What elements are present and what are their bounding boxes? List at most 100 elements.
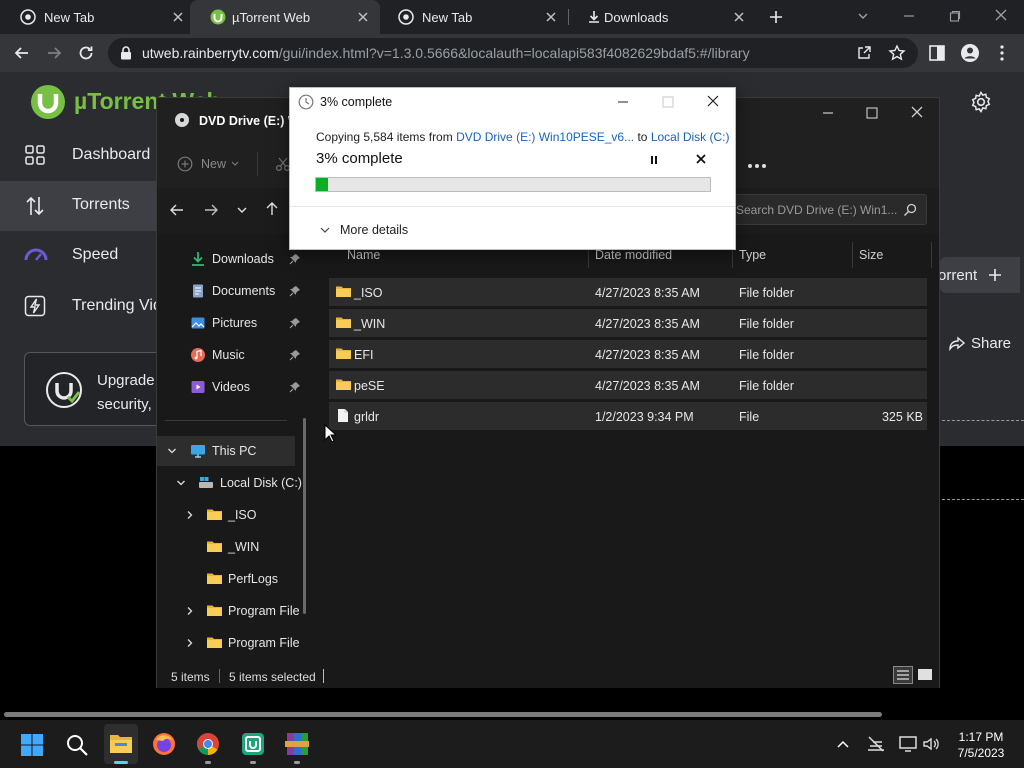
file-row-efi[interactable]: EFI 4/27/2023 8:35 AM File folder — [329, 340, 927, 368]
new-button[interactable]: New — [175, 154, 245, 174]
back-arrow-icon[interactable] — [12, 43, 32, 63]
utorrent-taskbar-icon[interactable] — [241, 732, 265, 756]
new-tab-plus-icon[interactable] — [768, 9, 784, 25]
search-box[interactable]: Search DVD Drive (E:) Win1... — [727, 194, 927, 225]
file-row-grldr[interactable]: grldr 1/2/2023 9:34 PM File 325 KB — [329, 402, 927, 430]
nav-speed[interactable]: Speed — [0, 231, 160, 281]
taskbar-file-explorer[interactable] — [104, 724, 138, 764]
close-window-icon[interactable] — [994, 8, 1008, 22]
minimize-icon[interactable] — [616, 95, 630, 109]
nav-quick-videos[interactable]: Videos — [157, 372, 307, 402]
lock-icon[interactable] — [120, 46, 132, 60]
tab-new-tab-2[interactable]: New Tab — [378, 0, 568, 34]
collapse-chevron-right-icon[interactable] — [185, 510, 195, 520]
nav-trending-videos[interactable]: Trending Videos — [0, 282, 188, 332]
forward-arrow-icon[interactable] — [203, 202, 219, 218]
see-more-icon[interactable] — [747, 163, 767, 169]
file-row-win[interactable]: _WIN 4/27/2023 8:35 AM File folder — [329, 309, 927, 337]
pin-icon[interactable] — [289, 349, 301, 361]
nav-tree-perflogs[interactable]: PerfLogs — [157, 564, 307, 594]
large-icons-view-icon[interactable] — [915, 666, 935, 684]
network-disconnected-icon[interactable] — [866, 735, 886, 753]
show-hidden-icons-chevron-icon[interactable] — [836, 738, 850, 750]
minimize-icon[interactable] — [902, 9, 916, 23]
recent-chevron-down-icon[interactable] — [236, 204, 248, 216]
share-page-icon[interactable] — [856, 45, 872, 61]
profile-icon[interactable] — [960, 43, 980, 63]
destination-link[interactable]: Local Disk (C:) — [651, 130, 730, 144]
search-icon[interactable] — [65, 733, 89, 757]
nav-dashboard[interactable]: Dashboard — [0, 131, 160, 181]
lightning-box-icon — [24, 295, 46, 317]
column-header-size[interactable]: Size — [859, 248, 883, 262]
expand-chevron-icon[interactable] — [176, 478, 186, 488]
more-details-button[interactable]: More details — [340, 223, 408, 237]
up-arrow-icon[interactable] — [264, 201, 280, 217]
minimize-icon[interactable] — [821, 106, 835, 120]
reload-icon[interactable] — [76, 43, 96, 63]
utorrent-shield-icon — [46, 372, 82, 408]
add-torrent-button[interactable]: orrent — [938, 257, 1020, 293]
nav-tree-program-files[interactable]: Program File — [157, 596, 307, 626]
firefox-icon[interactable] — [152, 732, 176, 756]
collapse-chevron-right-icon[interactable] — [185, 606, 195, 616]
column-separator[interactable] — [931, 242, 932, 268]
nav-pane-scrollbar[interactable] — [303, 418, 306, 614]
column-header-name[interactable]: Name — [347, 248, 380, 262]
taskbar-clock[interactable]: 1:17 PM 7/5/2023 — [950, 729, 1012, 761]
forward-arrow-icon[interactable] — [44, 43, 64, 63]
display-icon[interactable] — [898, 735, 918, 753]
nav-tree-win[interactable]: _WIN — [157, 532, 307, 562]
nav-quick-music[interactable]: Music — [157, 340, 307, 370]
pin-icon[interactable] — [289, 317, 301, 329]
expand-chevron-icon[interactable] — [167, 446, 177, 456]
column-header-type[interactable]: Type — [739, 248, 766, 262]
settings-gear-icon[interactable] — [970, 91, 992, 113]
chevron-down-icon[interactable] — [319, 225, 331, 235]
cancel-copy-icon[interactable] — [695, 153, 707, 165]
pin-icon[interactable] — [289, 285, 301, 297]
maximize-icon[interactable] — [865, 106, 879, 120]
volume-icon[interactable] — [922, 735, 940, 753]
close-tab-icon[interactable] — [171, 10, 185, 24]
tab-search-chevron-icon[interactable] — [856, 9, 870, 23]
file-row-iso[interactable]: _ISO 4/27/2023 8:35 AM File folder — [329, 278, 927, 306]
kebab-menu-icon[interactable] — [996, 43, 1008, 63]
close-tab-icon[interactable] — [356, 10, 370, 24]
nav-this-pc[interactable]: This PC — [157, 436, 295, 466]
share-button[interactable]: Share — [946, 333, 1016, 357]
pin-icon[interactable] — [289, 381, 301, 393]
close-tab-icon[interactable] — [732, 10, 746, 24]
nav-quick-downloads[interactable]: Downloads — [157, 244, 307, 274]
close-tab-icon[interactable] — [544, 10, 558, 24]
collapse-chevron-right-icon[interactable] — [185, 638, 195, 648]
close-icon[interactable] — [706, 94, 720, 108]
column-header-date[interactable]: Date modified — [595, 248, 672, 262]
restore-icon[interactable] — [948, 9, 962, 23]
source-link[interactable]: DVD Drive (E:) Win10PESE_v6... — [456, 130, 634, 144]
column-separator[interactable] — [852, 242, 853, 268]
pause-icon[interactable] — [648, 154, 660, 166]
pin-icon[interactable] — [289, 253, 301, 265]
nav-torrents[interactable]: Torrents — [0, 181, 160, 231]
page-horizontal-scrollbar[interactable] — [4, 712, 882, 717]
tab-new-tab-1[interactable]: New Tab — [0, 0, 195, 34]
tab-downloads[interactable]: Downloads — [566, 0, 756, 34]
tab-utorrent-web[interactable]: µTorrent Web — [190, 0, 380, 34]
file-row-pese[interactable]: peSE 4/27/2023 8:35 AM File folder — [329, 371, 927, 399]
back-arrow-icon[interactable] — [169, 202, 185, 218]
address-bar[interactable]: utweb.rainberrytv.com/gui/index.html?v=1… — [108, 38, 918, 68]
chrome-icon[interactable] — [196, 732, 220, 756]
details-view-icon[interactable] — [893, 666, 913, 684]
file-name: _WIN — [354, 317, 386, 331]
bookmark-star-icon[interactable] — [888, 44, 906, 62]
nav-local-disk-c[interactable]: Local Disk (C:) — [157, 468, 307, 498]
nav-tree-program-files-x86[interactable]: Program File — [157, 628, 307, 658]
side-panel-icon[interactable] — [928, 44, 946, 62]
nav-tree-iso[interactable]: _ISO — [157, 500, 307, 530]
nav-quick-documents[interactable]: Documents — [157, 276, 307, 306]
winrar-icon[interactable] — [284, 731, 310, 757]
nav-quick-pictures[interactable]: Pictures — [157, 308, 307, 338]
windows-start-icon[interactable] — [20, 733, 44, 757]
close-icon[interactable] — [910, 105, 924, 119]
